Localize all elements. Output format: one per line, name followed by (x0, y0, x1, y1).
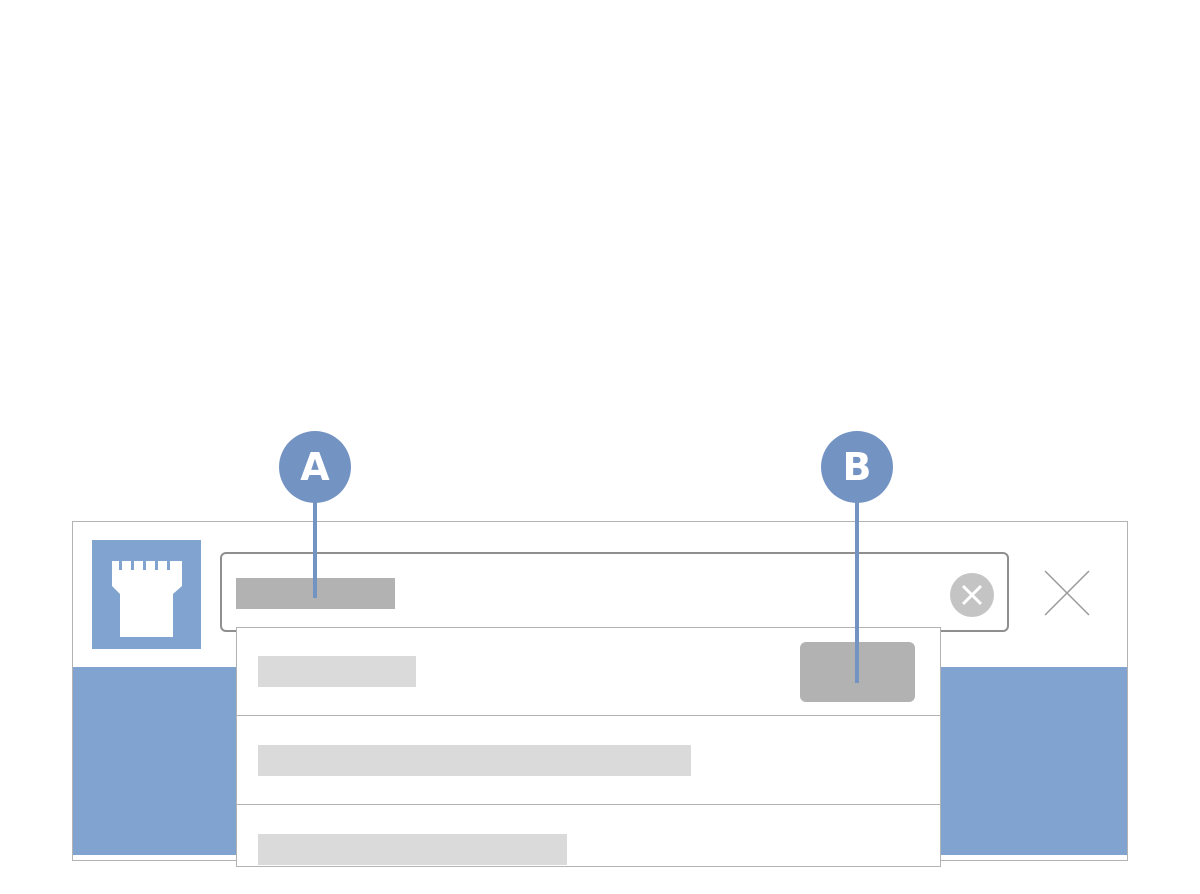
callout-a-leader-line (313, 490, 317, 598)
app-logo-icon (92, 540, 201, 649)
callout-a-badge: A (279, 431, 351, 503)
close-icon[interactable] (1043, 569, 1091, 617)
suggestion-text-placeholder (258, 834, 567, 865)
suggestion-text-placeholder (258, 656, 416, 687)
callout-b-leader-line (855, 490, 859, 683)
clear-search-icon[interactable] (949, 572, 995, 618)
callout-b-badge: B (821, 431, 893, 503)
suggestion-text-placeholder (258, 745, 691, 776)
